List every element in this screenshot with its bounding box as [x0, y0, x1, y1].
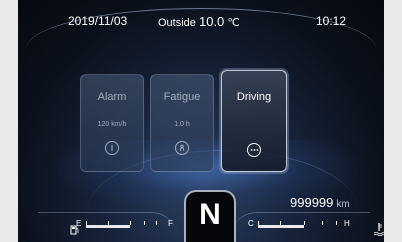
- temp-tick: [280, 221, 281, 225]
- driver-icon: [175, 141, 189, 155]
- fatigue-value: 1.0 h: [174, 121, 190, 128]
- coolant-temp-icon: [373, 223, 384, 236]
- fatigue-title: Fatigue: [163, 91, 201, 103]
- temp-tick: [336, 221, 337, 225]
- clock-time: 10:12: [316, 14, 347, 28]
- alarm-value: 120 km/h: [97, 121, 127, 128]
- power-icon: [105, 141, 119, 155]
- temp-hot-label: H: [344, 219, 350, 228]
- driving-card[interactable]: Driving: [221, 70, 287, 172]
- temp-tick: [322, 221, 323, 225]
- odometer: 999999 km: [290, 195, 350, 210]
- fuel-level-bar: [86, 225, 130, 228]
- temp-tick: [304, 221, 305, 225]
- alarm-title: Alarm: [97, 91, 127, 103]
- fuel-tick: [108, 221, 109, 225]
- outside-unit: ℃: [227, 17, 240, 29]
- outside-label: Outside: [158, 17, 196, 29]
- gear-letter: N: [199, 198, 221, 231]
- status-bar: 2019/11/03 Outside 10.0 ℃ 10:12: [18, 12, 384, 32]
- alarm-card[interactable]: Alarm 120 km/h: [80, 74, 144, 172]
- fuel-tick: [86, 221, 87, 225]
- fuel-tick: [156, 221, 157, 225]
- fuel-tick: [144, 221, 145, 225]
- fuel-full-label: F: [168, 219, 173, 228]
- temp-cold-label: C: [248, 219, 254, 228]
- odometer-unit: km: [336, 199, 350, 210]
- date-text: 2019/11/03: [68, 14, 128, 28]
- fuel-tick: [130, 221, 131, 225]
- more-icon: [247, 143, 261, 157]
- outside-value: 10.0: [198, 14, 225, 29]
- odometer-value: 999999: [290, 195, 334, 210]
- outside-temp: Outside 10.0 ℃: [158, 14, 240, 29]
- cluster-screen: 2019/11/03 Outside 10.0 ℃ 10:12 Alarm 12…: [18, 0, 384, 242]
- fuel-empty-label: E: [76, 219, 82, 228]
- driving-title: Driving: [236, 91, 272, 103]
- fatigue-card[interactable]: Fatigue 1.0 h: [150, 74, 214, 172]
- temp-level-bar: [258, 225, 304, 228]
- temp-tick: [258, 221, 259, 225]
- gear-indicator: N: [184, 190, 236, 242]
